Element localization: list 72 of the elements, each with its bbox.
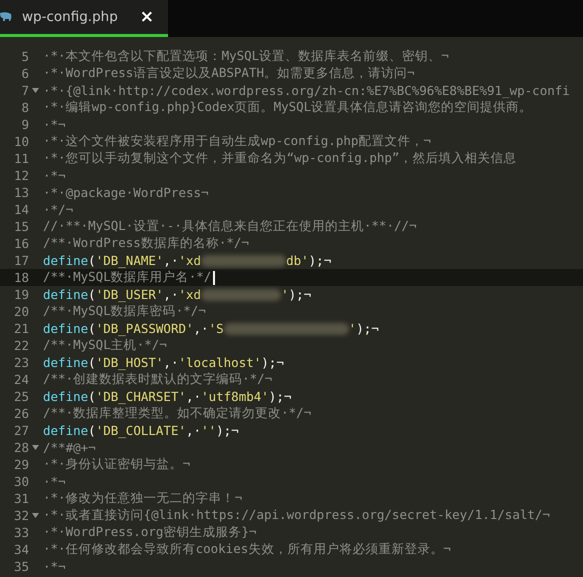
line-number: 27 — [14, 423, 29, 438]
code-text: ·*·@package·WordPress¬ — [43, 185, 209, 200]
line-number: 32 — [14, 508, 29, 523]
line-number: 33 — [14, 525, 29, 540]
line-number: 20 — [14, 304, 29, 319]
line-number: 25 — [14, 389, 29, 404]
code-text: ·*·这个文件被安装程序用于自动生成wp-config.php配置文件，¬ — [43, 133, 431, 150]
line-number: 14 — [14, 202, 29, 217]
line-number: 15 — [14, 219, 29, 234]
line-number: 21 — [14, 321, 29, 336]
code-text: define('DB_PASSWORD',·'S — [43, 321, 224, 336]
file-tab[interactable]: wp-config.php × — [0, 0, 168, 37]
code-text: define('DB_USER',·'xd — [43, 287, 202, 302]
code-text: ·*·WordPress语言设定以及ABSPATH。如需更多信息，请访问¬ — [43, 65, 415, 82]
line-number: 23 — [14, 355, 29, 370]
fold-icon[interactable] — [32, 88, 38, 93]
line-number: 22 — [14, 338, 29, 353]
code-text: ·*¬ — [43, 474, 66, 489]
line-number: 26 — [14, 406, 29, 421]
code-text: define('DB_COLLATE',·'');¬ — [43, 423, 239, 438]
line-number: 28 — [14, 440, 29, 455]
code-text: define('DB_NAME',·'xd — [43, 253, 202, 268]
line-number: 10 — [14, 134, 29, 149]
code-text: ·*¬ — [43, 168, 66, 183]
elephant-icon — [0, 10, 12, 24]
tab-title: wp-config.php — [22, 9, 119, 25]
code-text: /**·MySQL数据库密码·*/¬ — [43, 303, 206, 320]
code-text: ·*/¬ — [43, 202, 74, 217]
line-number: 17 — [14, 253, 29, 268]
code-text: define('DB_CHARSET',·'utf8mb4');¬ — [43, 389, 292, 404]
line-number: 7 — [21, 83, 29, 98]
line-number: 16 — [14, 236, 29, 251]
code-text: //·**·MySQL·设置·-·具体信息来自您正在使用的主机·**·//¬ — [43, 218, 417, 235]
line-number: 9 — [21, 117, 29, 132]
code-text: ·*·或者直接访问{@link·https://api.wordpress.org/secret-key/1.1/salt/¬ — [43, 507, 550, 524]
code-text: ');¬ — [281, 287, 312, 302]
line-number: 11 — [14, 151, 29, 166]
code-text: /**·创建数据表时默认的文字编码·*/¬ — [43, 371, 272, 388]
line-number: 5 — [21, 49, 29, 64]
code-text: /**·MySQL主机·*/¬ — [43, 337, 167, 354]
code-text: ·*·WordPress.org密钥生成服务}¬ — [43, 524, 256, 541]
line-number: 13 — [14, 185, 29, 200]
line-number: 30 — [14, 474, 29, 489]
line-number: 19 — [14, 287, 29, 302]
code-text: /**·数据库整理类型。如不确定请勿更改·*/¬ — [43, 405, 312, 422]
code-text: ·*·修改为任意独一无二的字串！¬ — [43, 490, 242, 507]
code-text: ·*·身份认证密钥与盐。¬ — [43, 456, 190, 473]
line-number: 35 — [14, 559, 29, 574]
code-text: ·*·任何修改都会导致所有cookies失效，所有用户将必须重新登录。¬ — [43, 541, 451, 558]
line-number: 8 — [21, 100, 29, 115]
code-text: ·*·{@link·http://codex.wordpress.org/zh-cn:%E7%BC%96%E8%BE%91_wp-confi — [43, 83, 570, 98]
line-number: 24 — [14, 372, 29, 387]
code-text: /**·WordPress数据库的名称·*/¬ — [43, 235, 249, 252]
line-number: 18 — [14, 270, 29, 285]
fold-icon[interactable] — [32, 513, 38, 518]
code-text: ·*·您可以手动复制这个文件，并重命名为“wp-config.php”，然后填入相关信息 — [43, 150, 516, 167]
line-number: 29 — [14, 457, 29, 472]
code-text: define('DB_HOST',·'localhost');¬ — [43, 355, 284, 370]
line-number: 12 — [14, 168, 29, 183]
code-text: ·*·编辑wp-config.php}Codex页面。MySQL设置具体信息请咨询您的空间提供商。 — [43, 99, 532, 116]
code-text: /**·MySQL数据库用户名·*/ — [43, 269, 212, 286]
code-text: db');¬ — [286, 253, 332, 268]
code-text: ·*·本文件包含以下配置选项：MySQL设置、数据库表名前缀、密钥、¬ — [43, 48, 449, 65]
close-button[interactable]: × — [138, 8, 156, 26]
line-number: 6 — [21, 66, 29, 81]
code-text: ·*¬ — [43, 559, 66, 574]
fold-icon[interactable] — [32, 445, 38, 450]
code-text: ');¬ — [348, 321, 379, 336]
code-text: ·*¬ — [43, 117, 66, 132]
line-number: 31 — [14, 491, 29, 506]
code-text: /**#@+¬ — [43, 440, 96, 455]
line-number: 34 — [14, 542, 29, 557]
